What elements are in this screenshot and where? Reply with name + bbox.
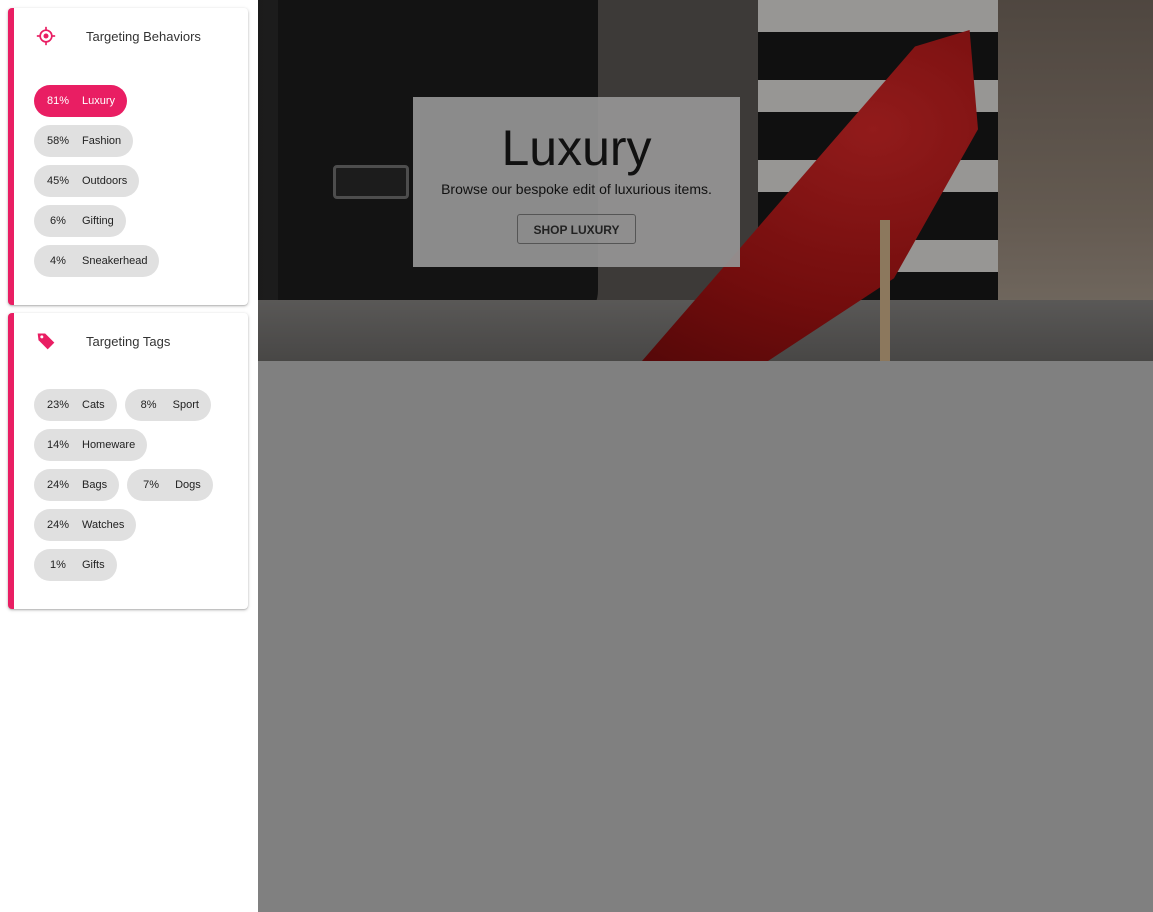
- chip-label: Sneakerhead: [82, 255, 148, 267]
- chip-sport[interactable]: 8% Sport: [124, 389, 211, 421]
- tag-icon: [34, 329, 58, 353]
- hero-text-box: Luxury Browse our bespoke edit of luxuri…: [413, 97, 740, 267]
- chip-percent: 4%: [50, 255, 66, 267]
- tag-chips: 23% Cats 8% Sport 14% Homeware 24% Bags: [34, 389, 240, 589]
- chip-dogs[interactable]: 7% Dogs: [127, 469, 213, 501]
- chip-percent: 45%: [46, 175, 70, 187]
- behavior-chips: 81% Luxury 58% Fashion 45% Outdoors 6% G…: [34, 85, 240, 285]
- chip-label: Gifts: [82, 559, 105, 571]
- chip-percent: 81%: [46, 95, 70, 107]
- chip-gifts[interactable]: 1% Gifts: [34, 549, 117, 581]
- card-title: Targeting Behaviors: [86, 28, 201, 44]
- chip-percent: 14%: [46, 439, 70, 451]
- chip-percent: 7%: [143, 479, 160, 491]
- targeting-tags-card: Targeting Tags 23% Cats 8% Sport 14% Hom…: [8, 313, 248, 609]
- card-title: Targeting Tags: [86, 333, 171, 349]
- chip-fashion[interactable]: 58% Fashion: [34, 125, 134, 157]
- sidebar: Targeting Behaviors 81% Luxury 58% Fashi…: [0, 0, 258, 912]
- chip-label: Dogs: [175, 479, 201, 491]
- chip-percent: 6%: [50, 215, 66, 227]
- chip-luxury[interactable]: 81% Luxury: [34, 85, 128, 117]
- chip-percent: 58%: [46, 135, 70, 147]
- chip-cats[interactable]: 23% Cats: [34, 389, 117, 421]
- chip-sneakerhead[interactable]: 4% Sneakerhead: [34, 245, 160, 277]
- chip-label: Fashion: [82, 135, 122, 147]
- chip-bags[interactable]: 24% Bags: [34, 469, 120, 501]
- shop-luxury-button[interactable]: SHOP LUXURY: [517, 214, 636, 244]
- card-header: Targeting Tags: [34, 329, 170, 353]
- hero-title: Luxury: [501, 120, 652, 176]
- main-content: Luxury Browse our bespoke edit of luxuri…: [258, 0, 1153, 912]
- chip-percent: 23%: [46, 399, 70, 411]
- chip-percent: 1%: [50, 559, 66, 571]
- chip-watches[interactable]: 24% Watches: [34, 509, 137, 541]
- chip-label: Sport: [172, 399, 199, 411]
- chip-label: Luxury: [82, 95, 116, 107]
- chip-label: Homeware: [82, 439, 136, 451]
- chip-gifting[interactable]: 6% Gifting: [34, 205, 126, 237]
- card-header: Targeting Behaviors: [34, 24, 201, 48]
- chip-label: Cats: [82, 399, 105, 411]
- chip-label: Gifting: [82, 215, 114, 227]
- chip-percent: 24%: [46, 479, 70, 491]
- chip-label: Bags: [82, 479, 108, 491]
- target-icon: [34, 24, 58, 48]
- chip-label: Outdoors: [82, 175, 128, 187]
- chip-percent: 24%: [46, 519, 70, 531]
- hero-subtitle: Browse our bespoke edit of luxurious ite…: [441, 181, 712, 197]
- hero-banner: Luxury Browse our bespoke edit of luxuri…: [258, 0, 1153, 361]
- chip-label: Watches: [82, 519, 125, 531]
- targeting-behaviors-card: Targeting Behaviors 81% Luxury 58% Fashi…: [8, 8, 248, 305]
- chip-outdoors[interactable]: 45% Outdoors: [34, 165, 140, 197]
- chip-percent: 8%: [140, 399, 157, 411]
- chip-homeware[interactable]: 14% Homeware: [34, 429, 148, 461]
